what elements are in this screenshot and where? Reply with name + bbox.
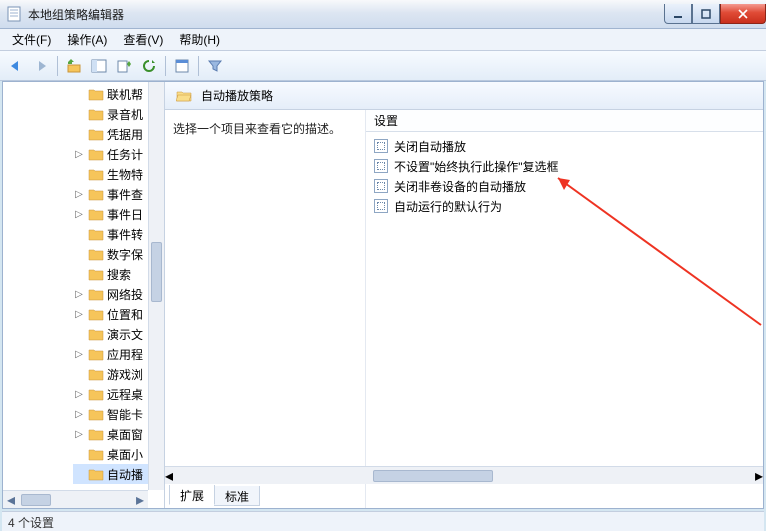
show-hide-tree-button[interactable]	[87, 54, 111, 78]
filter-button[interactable]	[203, 54, 227, 78]
app-icon	[6, 6, 22, 22]
content-hscrollbar[interactable]: ◂▸	[165, 466, 763, 484]
tree-item[interactable]: ▷桌面窗	[73, 424, 148, 444]
tree-item[interactable]: 事件转	[73, 224, 148, 244]
menu-file[interactable]: 文件(F)	[4, 29, 59, 50]
tree-panel: 联机帮录音机凭据用▷任务计生物特▷事件查▷事件日事件转数字保搜索▷网络投▷位置和…	[3, 82, 165, 508]
status-text: 4 个设置	[8, 516, 54, 530]
up-button[interactable]	[62, 54, 86, 78]
refresh-button[interactable]	[137, 54, 161, 78]
tree-item[interactable]: ▷网络投	[73, 284, 148, 304]
policy-icon	[374, 199, 388, 213]
menu-action[interactable]: 操作(A)	[59, 29, 115, 50]
close-button[interactable]	[720, 4, 766, 24]
tree-item[interactable]: ▷远程桌	[73, 384, 148, 404]
tree-item[interactable]: ▷任务计	[73, 144, 148, 164]
tree-item[interactable]: ▷智能卡	[73, 404, 148, 424]
settings-list: 设置 关闭自动播放不设置"始终执行此操作"复选框关闭非卷设备的自动播放自动运行的…	[365, 110, 763, 508]
back-button[interactable]	[4, 54, 28, 78]
tree-item[interactable]: 凭据用	[73, 124, 148, 144]
tree-item[interactable]: ▷事件查	[73, 184, 148, 204]
menubar: 文件(F) 操作(A) 查看(V) 帮助(H)	[0, 29, 766, 51]
maximize-button[interactable]	[692, 4, 720, 24]
policy-icon	[374, 139, 388, 153]
tree-vscrollbar[interactable]	[148, 82, 164, 490]
tree-item[interactable]: 录音机	[73, 104, 148, 124]
content-header: 自动播放策略	[165, 82, 763, 110]
setting-row[interactable]: 关闭自动播放	[368, 136, 761, 156]
forward-button[interactable]	[29, 54, 53, 78]
tree-item[interactable]: 桌面小	[73, 444, 148, 464]
tree-item[interactable]: ▷位置和	[73, 304, 148, 324]
tree-item[interactable]: ▷事件日	[73, 204, 148, 224]
policy-icon	[374, 179, 388, 193]
tab-extended[interactable]: 扩展	[169, 485, 215, 505]
tree-item[interactable]: 搜索	[73, 264, 148, 284]
window-title: 本地组策略编辑器	[28, 6, 664, 23]
minimize-button[interactable]	[664, 4, 692, 24]
tree-item[interactable]: 演示文	[73, 324, 148, 344]
description-prompt: 选择一个项目来查看它的描述。	[173, 122, 341, 136]
setting-row[interactable]: 自动运行的默认行为	[368, 196, 761, 216]
content-title: 自动播放策略	[201, 87, 273, 104]
tab-standard[interactable]: 标准	[214, 486, 260, 506]
tree-item[interactable]: 生物特	[73, 164, 148, 184]
setting-row[interactable]: 不设置"始终执行此操作"复选框	[368, 156, 761, 176]
titlebar: 本地组策略编辑器	[0, 0, 766, 29]
menu-help[interactable]: 帮助(H)	[171, 29, 228, 50]
policy-icon	[374, 159, 388, 173]
toolbar	[0, 51, 766, 81]
status-bar: 4 个设置	[2, 511, 764, 531]
export-button[interactable]	[112, 54, 136, 78]
setting-row[interactable]: 关闭非卷设备的自动播放	[368, 176, 761, 196]
tree-item[interactable]: 游戏浏	[73, 364, 148, 384]
description-pane: 选择一个项目来查看它的描述。	[165, 110, 365, 508]
column-header-setting[interactable]: 设置	[366, 110, 763, 132]
tree-item[interactable]: ▷应用程	[73, 344, 148, 364]
menu-view[interactable]: 查看(V)	[115, 29, 171, 50]
folder-open-icon	[176, 89, 192, 103]
tree-item[interactable]: 联机帮	[73, 84, 148, 104]
tree-item[interactable]: 自动播	[73, 464, 148, 484]
tree-hscrollbar[interactable]: ◂▸	[3, 490, 148, 508]
tree-item[interactable]: 数字保	[73, 244, 148, 264]
properties-button[interactable]	[170, 54, 194, 78]
